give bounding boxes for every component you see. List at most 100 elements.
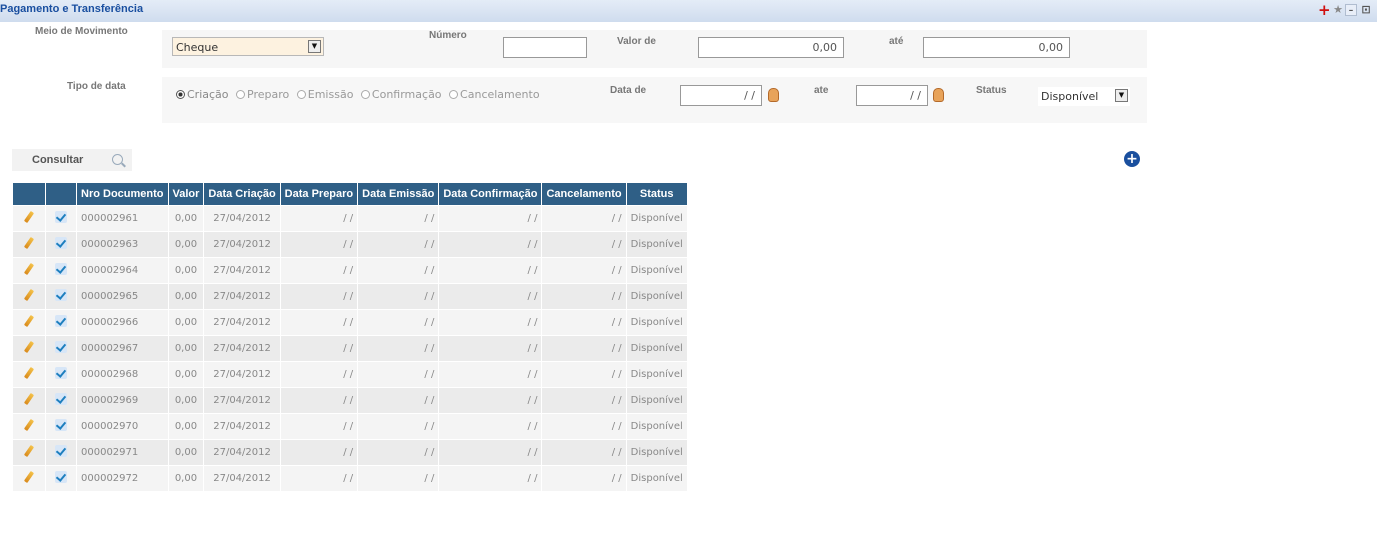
table-row[interactable]: 000002970 0,00 27/04/2012/ / / / / / / / Dispo…: [12, 413, 688, 440]
pencil-icon[interactable]: [23, 237, 35, 249]
cell-valor: 0,00: [167, 387, 205, 414]
table-row[interactable]: 000002961 0,00 27/04/2012/ / / / / / / / Dispo…: [12, 205, 688, 232]
chevron-down-icon[interactable]: ▼: [1115, 89, 1128, 102]
radio-dot[interactable]: [236, 90, 246, 99]
pencil-icon[interactable]: [23, 263, 35, 275]
filter-panel: Meio de Movimento Cheque ▼ Número Valor …: [0, 22, 1150, 123]
check-icon[interactable]: [55, 471, 67, 483]
pencil-icon[interactable]: [23, 419, 35, 431]
header-nro-documento[interactable]: Nro Documento: [76, 182, 169, 206]
calendar-icon[interactable]: [768, 88, 779, 102]
data-de-input[interactable]: / /: [680, 85, 762, 106]
radio-dot[interactable]: [360, 90, 370, 99]
meio-movimento-label: Meio de Movimento: [35, 26, 128, 37]
pencil-icon[interactable]: [23, 367, 35, 379]
radio-emissao[interactable]: Emissão: [296, 88, 353, 101]
radio-cancelamento[interactable]: Cancelamento: [449, 88, 540, 101]
numero-input[interactable]: [503, 37, 587, 58]
consultar-button[interactable]: Consultar: [12, 149, 132, 171]
header-data-emissao[interactable]: Data Emissão: [357, 182, 440, 206]
favorite-icon[interactable]: ★: [1332, 4, 1344, 16]
cell-data-emissao: / /: [357, 387, 440, 414]
table-row[interactable]: 000002963 0,00 27/04/2012/ / / / / / / / Dispo…: [12, 231, 688, 258]
radio-label: Criação: [187, 88, 229, 101]
cell-cancelamento: / /: [541, 283, 627, 310]
status-select[interactable]: Disponível ▼: [1038, 87, 1130, 106]
cell-data-emissao: / /: [357, 439, 440, 466]
radio-criacao[interactable]: Criação: [176, 88, 229, 101]
data-ate-input[interactable]: / /: [856, 85, 928, 106]
header-data-criacao[interactable]: Data Criação: [203, 182, 281, 206]
check-icon[interactable]: [55, 289, 67, 301]
cell-data-confirmacao: / /: [438, 257, 543, 284]
table-row[interactable]: 000002971 0,00 27/04/2012/ / / / / / / / Dispo…: [12, 439, 688, 466]
cell-data-emissao: / /: [357, 335, 440, 362]
meio-movimento-select[interactable]: Cheque ▼: [172, 37, 324, 56]
calendar-icon[interactable]: [933, 88, 944, 102]
cell-cancelamento: / /: [541, 335, 627, 362]
check-icon[interactable]: [55, 211, 67, 223]
cell-data-confirmacao: / /: [438, 309, 543, 336]
cell-data-confirmacao: / /: [438, 335, 543, 362]
valor-ate-input[interactable]: 0,00: [923, 37, 1070, 58]
radio-label: Preparo: [247, 88, 290, 101]
cell-nro-documento: 000002963: [76, 231, 169, 258]
status-value: Disponível: [1041, 90, 1099, 103]
pencil-icon[interactable]: [23, 315, 35, 327]
data-de-label: Data de: [610, 85, 647, 96]
add-circle-icon[interactable]: +: [1124, 151, 1140, 167]
radio-dot[interactable]: [176, 90, 185, 99]
pencil-icon[interactable]: [23, 289, 35, 301]
pencil-icon[interactable]: [23, 393, 35, 405]
cell-data-confirmacao: / /: [438, 387, 543, 414]
maximize-icon[interactable]: ⊡: [1359, 4, 1373, 16]
check-icon[interactable]: [55, 237, 67, 249]
cell-nro-documento: 000002964: [76, 257, 169, 284]
check-icon[interactable]: [55, 393, 67, 405]
check-icon[interactable]: [55, 367, 67, 379]
cell-data-preparo: / /: [279, 413, 359, 440]
header-cancelamento[interactable]: Cancelamento: [541, 182, 627, 206]
table-row[interactable]: 000002972 0,00 27/04/2012/ / / / / / / / Dispo…: [12, 465, 688, 492]
table-header-row: Nro Documento Valor Data Criação Data Pr…: [12, 182, 688, 206]
cell-cancelamento: / /: [541, 439, 627, 466]
table-row[interactable]: 000002966 0,00 27/04/2012/ / / / / / / / Dispo…: [12, 309, 688, 336]
pencil-icon[interactable]: [23, 445, 35, 457]
check-icon[interactable]: [55, 263, 67, 275]
check-icon[interactable]: [55, 315, 67, 327]
cell-data-preparo: / /: [279, 387, 359, 414]
cell-valor: 0,00: [167, 205, 205, 232]
chevron-down-icon[interactable]: ▼: [308, 40, 321, 53]
check-icon[interactable]: [55, 341, 67, 353]
radio-dot[interactable]: [296, 90, 306, 99]
cell-valor: 0,00: [167, 309, 205, 336]
table-row[interactable]: 000002965 0,00 27/04/2012/ / / / / / / / Dispo…: [12, 283, 688, 310]
confirm-cell: [45, 283, 77, 310]
header-data-confirmacao[interactable]: Data Confirmação: [438, 182, 543, 206]
header-valor[interactable]: Valor: [167, 182, 205, 206]
cell-data-preparo: / /: [279, 205, 359, 232]
radio-preparo[interactable]: Preparo: [236, 88, 289, 101]
radio-confirmacao[interactable]: Confirmação: [360, 88, 442, 101]
table-row[interactable]: 000002969 0,00 27/04/2012/ / / / / / / / Dispo…: [12, 387, 688, 414]
pencil-icon[interactable]: [23, 341, 35, 353]
table-row[interactable]: 000002964 0,00 27/04/2012/ / / / / / / / Dispo…: [12, 257, 688, 284]
valor-de-input[interactable]: 0,00: [698, 37, 844, 58]
header-data-preparo[interactable]: Data Preparo: [279, 182, 359, 206]
check-icon[interactable]: [55, 445, 67, 457]
pencil-icon[interactable]: [23, 471, 35, 483]
table-body: 000002961 0,00 27/04/2012/ / / / / / / / Dispo…: [12, 205, 688, 492]
minimize-icon[interactable]: –: [1345, 4, 1357, 16]
confirm-cell: [45, 309, 77, 336]
numero-label: Número: [429, 30, 467, 41]
check-icon[interactable]: [55, 419, 67, 431]
radio-dot[interactable]: [449, 90, 459, 99]
pencil-icon[interactable]: [23, 211, 35, 223]
header-status[interactable]: Status: [625, 182, 688, 206]
cell-valor: 0,00: [167, 465, 205, 492]
confirm-cell: [45, 387, 77, 414]
add-window-icon[interactable]: +: [1318, 3, 1331, 18]
table-row[interactable]: 000002967 0,00 27/04/2012/ / / / / / / / Dispo…: [12, 335, 688, 362]
table-row[interactable]: 000002968 0,00 27/04/2012/ / / / / / / / Dispo…: [12, 361, 688, 388]
cell-nro-documento: 000002972: [76, 465, 169, 492]
